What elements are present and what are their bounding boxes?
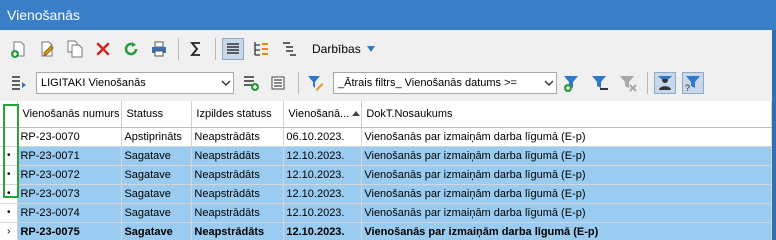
tree-view-icon[interactable] bbox=[250, 38, 272, 60]
cell-doc-name[interactable]: Vienošanās par izmaiņām darba līgumā (E-… bbox=[361, 127, 772, 147]
cell-status[interactable]: Sagatave bbox=[121, 184, 193, 204]
view-settings-icon[interactable] bbox=[268, 72, 290, 94]
actions-menu-label: Darbības bbox=[312, 42, 361, 56]
cell-status[interactable]: Sagatave bbox=[121, 222, 193, 240]
row-indicator[interactable]: • bbox=[0, 146, 19, 166]
delete-icon[interactable] bbox=[92, 38, 114, 60]
cell-execution-status[interactable]: Neapstrādāts bbox=[191, 222, 285, 240]
add-view-icon[interactable] bbox=[240, 72, 262, 94]
cell-status[interactable]: Sagatave bbox=[121, 146, 193, 166]
cell-date[interactable]: 12.10.2023. bbox=[283, 184, 363, 204]
cell-number[interactable]: RP-23-0073 bbox=[17, 184, 123, 204]
agreements-grid: Vienošanās numurs Statuss Izpildes statu… bbox=[0, 101, 772, 240]
table-row[interactable]: RP-23-0070 Apstiprināts Neapstrādāts 06.10.… bbox=[0, 127, 772, 147]
toolbar-separator bbox=[647, 72, 648, 94]
cell-execution-status[interactable]: Neapstrādāts bbox=[191, 146, 285, 166]
filter-toolbar: LIGITAKI Vienošanās _Ātrais filtrs_ Vien… bbox=[8, 71, 710, 95]
cell-number[interactable]: RP-23-0072 bbox=[17, 165, 123, 185]
cell-doc-name[interactable]: Vienošanās par izmaiņām darba līgumā (E-… bbox=[361, 165, 772, 185]
column-header-number[interactable]: Vienošanās numurs bbox=[17, 101, 123, 128]
main-panel: Darbības LIGITAKI Vienošanās _Ātrais fil… bbox=[0, 30, 776, 240]
add-filter-icon[interactable] bbox=[561, 72, 583, 94]
toolbar-separator bbox=[215, 38, 216, 60]
cell-status[interactable]: Sagatave bbox=[121, 203, 193, 223]
table-row[interactable]: • RP-23-0074 Sagatave Neapstrādāts 12.10.202… bbox=[0, 203, 772, 223]
chevron-down-icon bbox=[366, 46, 375, 52]
sum-icon[interactable] bbox=[185, 38, 207, 60]
header-row: Vienošanās numurs Statuss Izpildes statu… bbox=[0, 101, 772, 128]
column-header-doc-name[interactable]: DokT.Nosaukums bbox=[361, 101, 772, 128]
chevron-down-icon bbox=[219, 79, 233, 87]
cell-number[interactable]: RP-23-0070 bbox=[17, 127, 123, 147]
view-select[interactable]: LIGITAKI Vienošanās bbox=[36, 72, 234, 94]
refresh-icon[interactable] bbox=[120, 38, 142, 60]
cell-date[interactable]: 12.10.2023. bbox=[283, 146, 363, 166]
indent-icon[interactable] bbox=[278, 38, 300, 60]
table-row[interactable]: › RP-23-0075 Sagatave Neapstrādāts 12.10.202… bbox=[0, 222, 772, 240]
cell-execution-status[interactable]: Neapstrādāts bbox=[191, 127, 285, 147]
list-view-icon[interactable] bbox=[222, 38, 244, 60]
new-doc-icon[interactable] bbox=[8, 38, 30, 60]
cell-execution-status[interactable]: Neapstrādāts bbox=[191, 203, 285, 223]
column-header-execution-status[interactable]: Izpildes statuss bbox=[191, 101, 285, 128]
cell-date[interactable]: 06.10.2023. bbox=[283, 127, 363, 147]
view-select-value: LIGITAKI Vienošanās bbox=[41, 77, 146, 89]
actions-menu[interactable]: Darbības bbox=[312, 42, 375, 56]
cell-status[interactable]: Apstiprināts bbox=[121, 127, 193, 147]
cell-date[interactable]: 12.10.2023. bbox=[283, 222, 363, 240]
table-row[interactable]: • RP-23-0072 Sagatave Neapstrādāts 12.10.202… bbox=[0, 165, 772, 185]
cell-number[interactable]: RP-23-0074 bbox=[17, 203, 123, 223]
cell-number[interactable]: RP-23-0071 bbox=[17, 146, 123, 166]
quick-filter-value: _Ātrais filtrs_ Vienošanās datums >= bbox=[338, 77, 517, 89]
cell-doc-name[interactable]: Vienošanās par izmaiņām darba līgumā (E-… bbox=[361, 146, 772, 166]
copy-doc-icon[interactable] bbox=[64, 38, 86, 60]
filter-help-icon[interactable]: ? bbox=[682, 72, 704, 94]
cell-doc-name[interactable]: Vienošanās par izmaiņām darba līgumā (E-… bbox=[361, 184, 772, 204]
edit-doc-icon[interactable] bbox=[36, 38, 58, 60]
print-icon[interactable] bbox=[148, 38, 170, 60]
row-indicator[interactable]: › bbox=[0, 222, 19, 240]
window-title: Vienošanās bbox=[7, 7, 80, 23]
table-row[interactable]: • RP-23-0071 Sagatave Neapstrādāts 12.10.202… bbox=[0, 146, 772, 166]
cell-number[interactable]: RP-23-0075 bbox=[17, 222, 123, 240]
cell-status[interactable]: Sagatave bbox=[121, 165, 193, 185]
cell-doc-name[interactable]: Vienošanās par izmaiņām darba līgumā (E-… bbox=[361, 222, 772, 240]
column-header-date[interactable]: Vienošanā... bbox=[283, 101, 363, 128]
row-indicator[interactable]: • bbox=[0, 184, 19, 204]
row-indicator-header bbox=[0, 101, 19, 128]
row-indicator[interactable] bbox=[0, 127, 19, 147]
toolbar-separator bbox=[298, 72, 299, 94]
window-title-bar: Vienošanās bbox=[0, 0, 776, 30]
quick-filter-select[interactable]: _Ātrais filtrs_ Vienošanās datums >= bbox=[333, 72, 557, 94]
toolbar-separator bbox=[178, 38, 179, 60]
cell-date[interactable]: 12.10.2023. bbox=[283, 165, 363, 185]
cell-execution-status[interactable]: Neapstrādāts bbox=[191, 184, 285, 204]
cell-date[interactable]: 12.10.2023. bbox=[283, 203, 363, 223]
cell-doc-name[interactable]: Vienošanās par izmaiņām darba līgumā (E-… bbox=[361, 203, 772, 223]
column-header-status[interactable]: Statuss bbox=[121, 101, 193, 128]
edit-filter-icon[interactable] bbox=[305, 72, 327, 94]
user-filter-icon[interactable] bbox=[654, 72, 676, 94]
agreements-table: Vienošanās numurs Statuss Izpildes statu… bbox=[0, 101, 772, 240]
view-list-icon[interactable] bbox=[8, 72, 30, 94]
table-row[interactable]: • RP-23-0073 Sagatave Neapstrādāts 12.10.202… bbox=[0, 184, 772, 204]
column-header-date-label: Vienošanā... bbox=[288, 107, 350, 120]
filter-options-icon[interactable] bbox=[589, 72, 611, 94]
clear-filter-icon[interactable] bbox=[617, 72, 639, 94]
sort-ascending-icon bbox=[352, 111, 361, 117]
row-indicator[interactable]: • bbox=[0, 165, 19, 185]
window-edge bbox=[772, 30, 776, 240]
row-indicator[interactable]: • bbox=[0, 203, 19, 223]
chevron-down-icon bbox=[542, 79, 556, 87]
svg-text:?: ? bbox=[685, 83, 690, 92]
main-toolbar: Darbības bbox=[8, 37, 375, 61]
cell-execution-status[interactable]: Neapstrādāts bbox=[191, 165, 285, 185]
